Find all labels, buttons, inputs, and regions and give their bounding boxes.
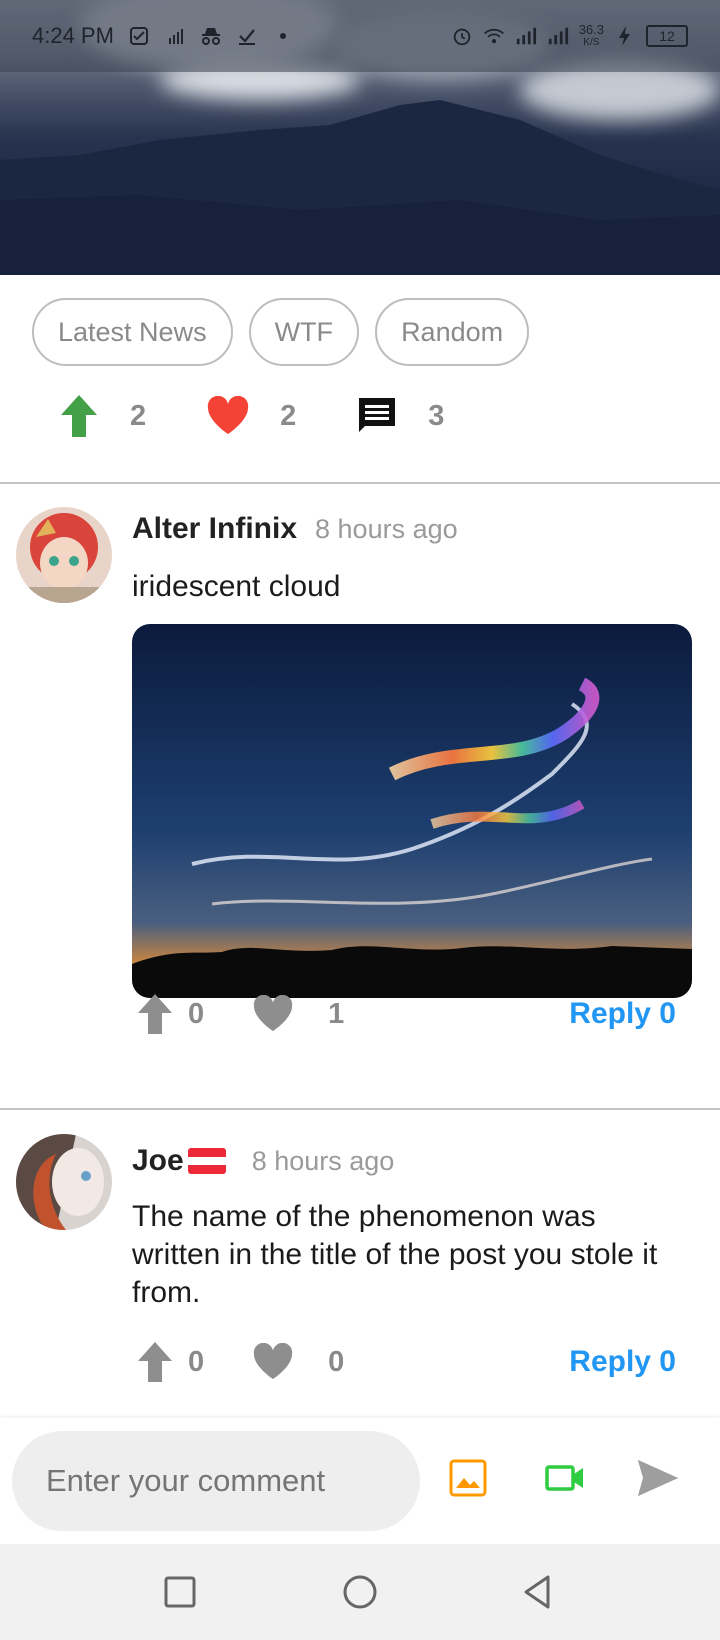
post-upvote-count: 2 (130, 399, 147, 432)
arrow-up-icon (138, 994, 172, 1034)
avatar[interactable] (16, 507, 112, 603)
no-signal-icon (164, 25, 186, 47)
heart-icon (253, 995, 293, 1032)
incognito-icon (200, 25, 222, 47)
recent-apps-icon[interactable] (160, 1572, 200, 1612)
comment-time: 8 hours ago (251, 1145, 395, 1176)
post-like-button[interactable]: 2 (206, 396, 296, 436)
alarm-icon (451, 25, 473, 47)
heart-icon (207, 396, 249, 434)
signal-2-icon (547, 25, 569, 47)
comment-like-button[interactable]: 1 (252, 995, 344, 1033)
system-navigation-bar (0, 1544, 720, 1640)
comment-upvote-count: 0 (188, 1345, 205, 1378)
comment-text: iridescent cloud (132, 570, 341, 603)
comment-input-bar (0, 1418, 720, 1544)
post-upvote-button[interactable]: 2 (58, 393, 146, 439)
comment-input-container[interactable] (12, 1431, 420, 1531)
battery-icon: 12 (646, 25, 688, 47)
checkbox-notification-icon (128, 25, 150, 47)
comment-like-button[interactable]: 0 (252, 1343, 344, 1381)
comment-time: 8 hours ago (315, 513, 458, 544)
comment-item: Joe 8 hours ago The name of the phenomen… (0, 1110, 720, 1410)
comment-input[interactable] (44, 1462, 388, 1500)
comment-text: The name of the phenomenon was written i… (132, 1200, 658, 1309)
comment-like-count: 1 (328, 997, 345, 1030)
post-header-image: 4:24 PM 36.3 K/S 12 (0, 0, 720, 275)
comment-upvote-button[interactable]: 0 (136, 992, 204, 1036)
post-comment-count: 3 (428, 399, 445, 432)
signal-icon (515, 25, 537, 47)
heart-icon (253, 1343, 293, 1380)
back-icon[interactable] (518, 1572, 558, 1612)
arrow-up-icon (61, 395, 97, 437)
comment-item: Alter Infinix 8 hours ago iridescent clo… (0, 484, 720, 1106)
reply-button[interactable]: Reply 0 (569, 997, 676, 1031)
dot-icon (272, 25, 294, 47)
arrow-up-icon (138, 1342, 172, 1382)
tag-chip[interactable]: WTF (248, 298, 360, 366)
comment-icon (359, 398, 396, 432)
status-time: 4:24 PM (32, 23, 114, 48)
post-comments-button[interactable]: 3 (356, 395, 444, 437)
comment-upvote-count: 0 (188, 997, 205, 1030)
video-attach-icon[interactable] (544, 1458, 586, 1503)
send-icon[interactable] (636, 1456, 680, 1505)
avatar[interactable] (16, 1134, 112, 1230)
reply-button[interactable]: Reply 0 (569, 1345, 676, 1379)
post-stats: 2 2 3 (58, 393, 504, 439)
austria-flag-icon (187, 1148, 226, 1174)
status-bar: 4:24 PM 36.3 K/S 12 (0, 0, 720, 72)
wifi-icon (483, 25, 505, 47)
tag-list: Latest News WTF Random (32, 298, 530, 366)
net-speed: 36.3 K/S (578, 22, 604, 48)
comment-author[interactable]: Alter Infinix (132, 512, 297, 546)
post-like-count: 2 (280, 399, 297, 432)
image-attach-icon[interactable] (448, 1458, 488, 1503)
tag-chip[interactable]: Random (375, 298, 530, 366)
comment-upvote-button[interactable]: 0 (136, 1340, 204, 1384)
comment-author[interactable]: Joe (132, 1144, 184, 1178)
home-icon[interactable] (340, 1572, 380, 1612)
tag-chip[interactable]: Latest News (32, 298, 233, 366)
comment-image[interactable] (132, 624, 692, 998)
download-done-icon (236, 25, 258, 47)
charging-icon (614, 25, 636, 47)
comment-like-count: 0 (328, 1345, 345, 1378)
